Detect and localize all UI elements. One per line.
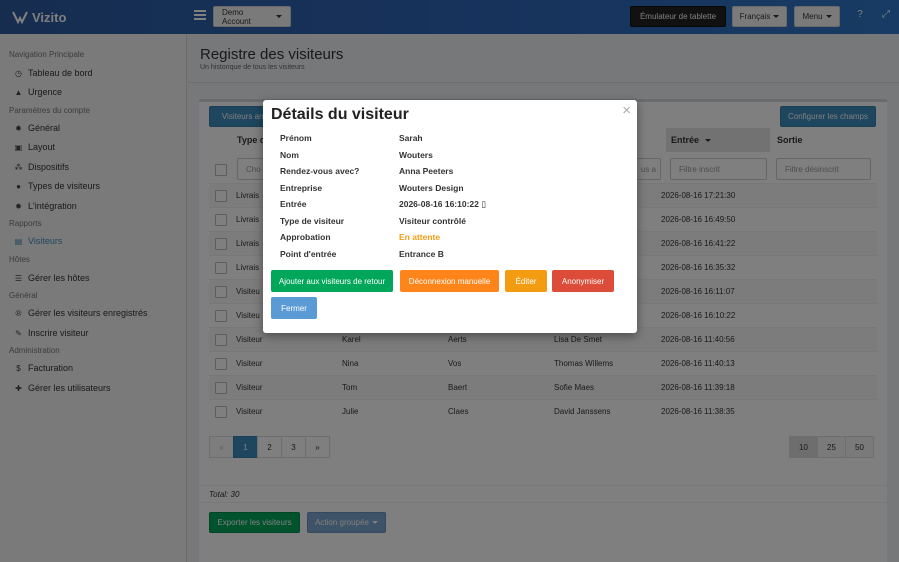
detail-label: Entrée — [280, 199, 307, 209]
tablet-icon: ▯ — [478, 199, 486, 209]
detail-value: Entrance B — [399, 249, 444, 259]
detail-value: En attente — [399, 232, 440, 242]
detail-label: Type de visiteur — [280, 215, 345, 226]
detail-value: Wouters — [399, 150, 433, 160]
modal-title: Détails du visiteur — [271, 106, 409, 123]
manual-logout-button[interactable]: Déconnexion manuelle — [400, 270, 499, 292]
button-label: Fermer — [281, 303, 307, 313]
detail-label: Point d'entrée — [280, 248, 337, 259]
close-button[interactable]: Fermer — [271, 297, 317, 319]
detail-label: Nom — [280, 149, 299, 160]
detail-label: Rendez-vous avec? — [280, 166, 360, 176]
detail-value: Wouters Design — [399, 183, 464, 193]
detail-value-text: En attente — [399, 232, 441, 242]
detail-value-text: Anna Peeters — [399, 166, 454, 176]
button-label: Éditer — [515, 276, 537, 286]
edit-button[interactable]: Éditer — [505, 270, 547, 292]
detail-value: Visiteur contrôlé — [399, 216, 466, 226]
visitor-details-modal: Détails du visiteur × Prénom Sarah Nom Wout… — [263, 100, 637, 333]
detail-value-text: Sarah — [399, 133, 423, 143]
button-label: Anonymiser — [561, 276, 605, 286]
anonymize-button[interactable]: Anonymiser — [552, 270, 614, 292]
detail-value: Sarah — [399, 133, 423, 143]
detail-label: Prénom — [280, 133, 312, 143]
detail-value: 2026-08-16 16:10:22 ▯ — [399, 199, 486, 210]
button-label: Déconnexion manuelle — [408, 276, 491, 286]
button-label: Ajouter aux visiteurs de retour — [278, 276, 386, 286]
detail-value-text: Wouters — [399, 149, 433, 160]
detail-value-text: 2026-08-16 16:10:22 — [399, 199, 479, 209]
add-returning-visitor-button[interactable]: Ajouter aux visiteurs de retour — [271, 270, 393, 292]
detail-value-text: Wouters Design — [399, 182, 464, 193]
detail-value-text: Entrance B — [399, 248, 444, 259]
detail-label: Approbation — [280, 232, 331, 242]
detail-value: Anna Peeters — [399, 166, 453, 176]
detail-label: Entreprise — [280, 182, 323, 193]
close-icon[interactable]: × — [622, 102, 631, 119]
detail-value-text: Visiteur contrôlé — [399, 215, 466, 226]
